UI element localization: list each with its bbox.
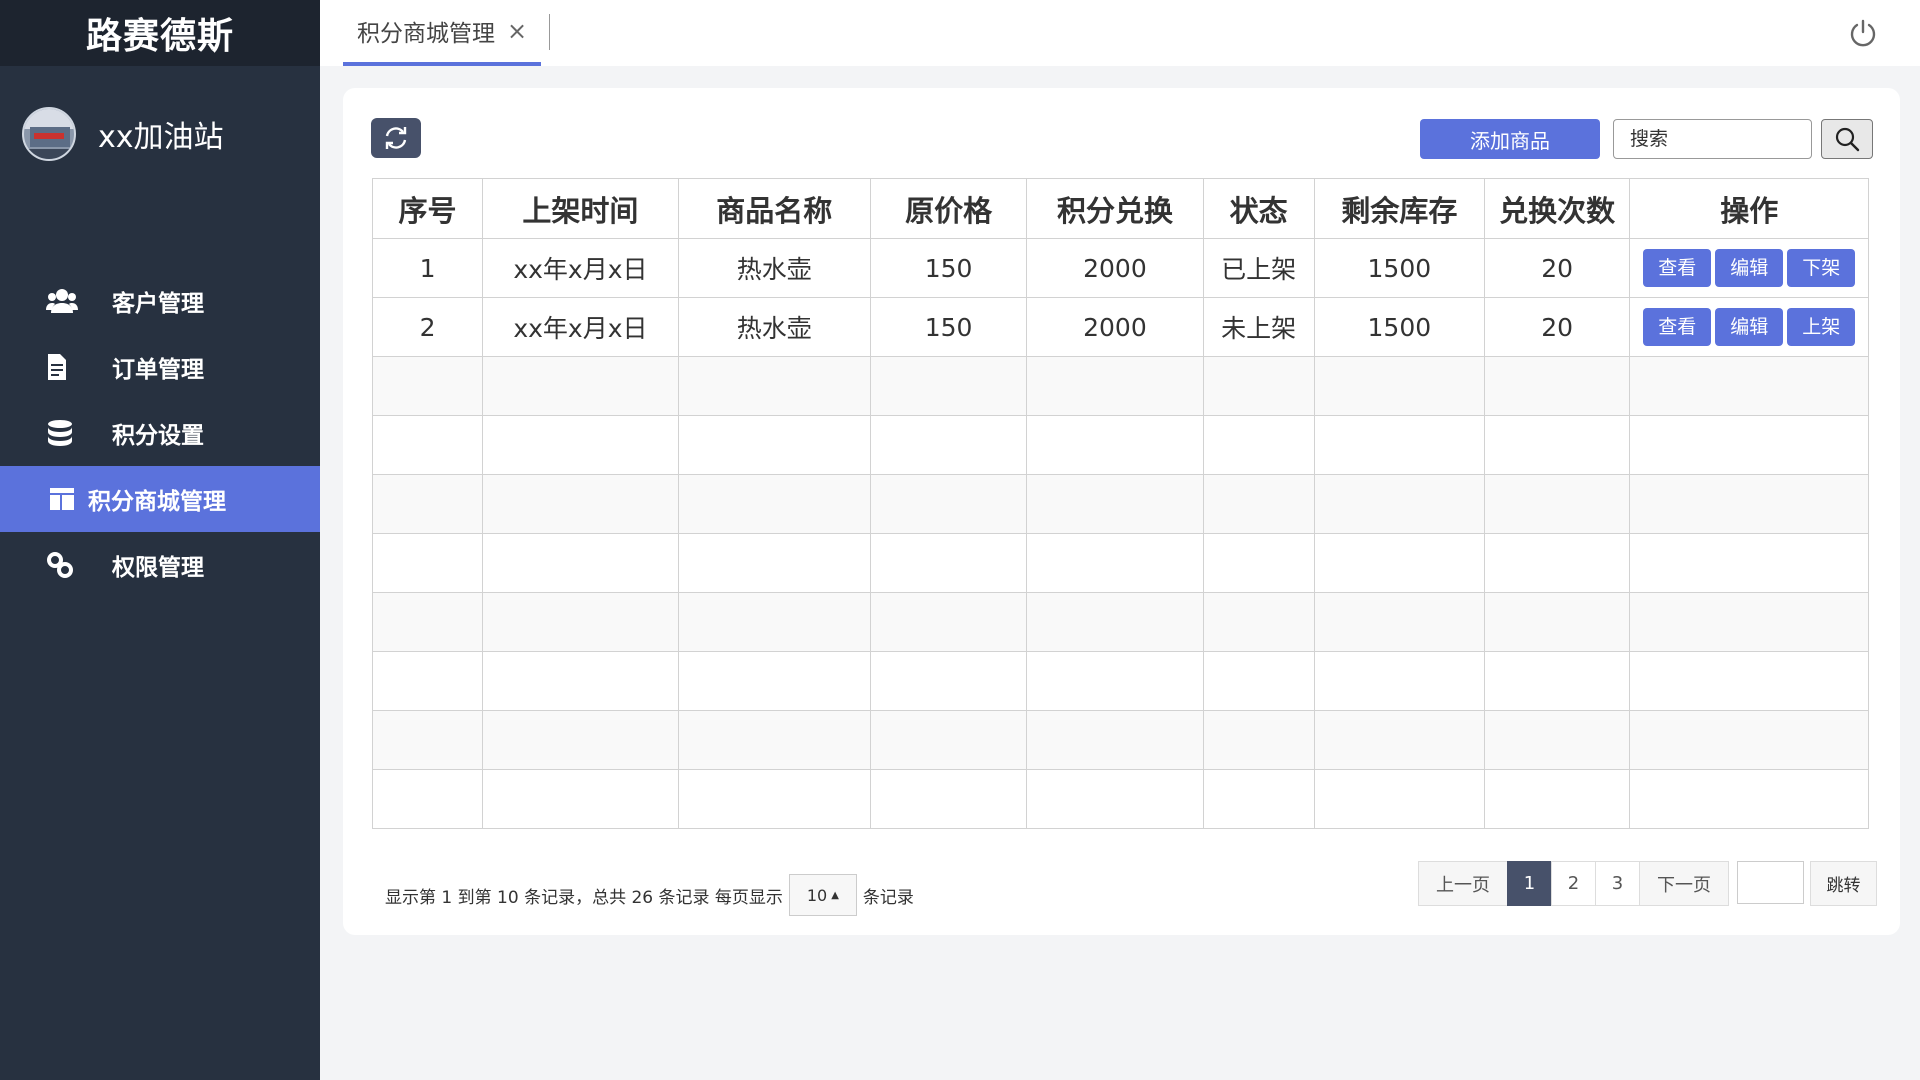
table-row: 1 xx年x月x日 热水壶 150 2000 已上架 1500 20 查看 编辑下… <box>371 238 1869 298</box>
search-input[interactable] <box>1613 119 1812 159</box>
jump-page-input[interactable] <box>1737 861 1804 904</box>
page-size-value: 10 <box>806 885 828 905</box>
column-header: 序号 <box>371 178 484 239</box>
products-table: 序号 上架时间 商品名称 原价格 积分兑换 状态 剩余库存 兑换次数 操作 1 … <box>371 178 1869 829</box>
pagination: 上一页 1 2 3 下一页 <box>1418 861 1729 906</box>
empty-row <box>371 533 1869 593</box>
records-info: 显示第 1 到第 10 条记录，总共 26 条记录 每页显示 <box>385 887 783 908</box>
sidebar: 路赛德斯 xx加油站 客户管理 订单管理 积分设置 积分商城管理 权限管理 <box>0 0 320 1080</box>
empty-row <box>371 356 1869 416</box>
edit-button[interactable]: 编辑 <box>1715 308 1784 346</box>
cell-count: 20 <box>1483 297 1631 357</box>
cell-stock: 1500 <box>1313 238 1485 298</box>
refresh-icon <box>385 127 407 149</box>
sidebar-item-points-mall[interactable]: 积分商城管理 <box>0 466 320 532</box>
cell-price: 150 <box>869 238 1028 298</box>
users-icon <box>46 286 82 316</box>
page-button-2[interactable]: 2 <box>1551 861 1596 906</box>
sidebar-item-label: 积分商城管理 <box>88 489 226 515</box>
view-button[interactable]: 查看 <box>1643 249 1712 287</box>
add-product-button[interactable]: 添加商品 <box>1420 119 1600 159</box>
prev-page-button[interactable]: 上一页 <box>1418 861 1508 906</box>
caret-up-icon: ▲ <box>831 889 839 901</box>
empty-row <box>371 651 1869 711</box>
list-button[interactable]: 上架 <box>1787 308 1856 346</box>
sidebar-item-label: 权限管理 <box>112 555 204 581</box>
sidebar-item-permissions[interactable]: 权限管理 <box>0 532 320 598</box>
empty-row <box>371 592 1869 652</box>
column-header: 积分兑换 <box>1026 178 1204 239</box>
edit-button[interactable]: 编辑 <box>1715 249 1784 287</box>
page-button-1[interactable]: 1 <box>1507 861 1552 906</box>
sidebar-item-label: 客户管理 <box>112 291 204 317</box>
empty-row <box>371 769 1869 829</box>
cell-index: 2 <box>371 297 484 357</box>
brand-title: 路赛德斯 <box>0 0 320 66</box>
close-icon[interactable]: × <box>507 17 527 45</box>
delist-button[interactable]: 下架 <box>1787 249 1856 287</box>
cell-index: 1 <box>371 238 484 298</box>
sidebar-item-points-settings[interactable]: 积分设置 <box>0 400 320 466</box>
refresh-button[interactable] <box>371 118 421 158</box>
avatar[interactable] <box>22 106 76 161</box>
empty-row <box>371 474 1869 534</box>
power-icon[interactable] <box>1848 18 1878 48</box>
tab-label: 积分商城管理 <box>357 21 495 47</box>
cell-price: 150 <box>869 297 1028 357</box>
link-icon <box>46 550 82 580</box>
sidebar-item-label: 订单管理 <box>112 357 204 383</box>
cell-stock: 1500 <box>1313 297 1485 357</box>
search-button[interactable] <box>1821 119 1873 159</box>
document-icon <box>46 352 82 382</box>
cell-actions: 查看 编辑 上架 <box>1629 297 1869 357</box>
cell-status: 已上架 <box>1202 238 1315 298</box>
cell-name: 热水壶 <box>677 238 871 298</box>
cell-points: 2000 <box>1026 238 1204 298</box>
cell-actions: 查看 编辑 下架 <box>1629 238 1869 298</box>
pagination-info: 显示第 1 到第 10 条记录，总共 26 条记录 每页显示 10 ▲ 条记录 <box>385 874 914 916</box>
sidebar-item-label: 积分设置 <box>112 423 204 449</box>
table-header: 序号 上架时间 商品名称 原价格 积分兑换 状态 剩余库存 兑换次数 操作 <box>371 178 1869 239</box>
profile: xx加油站 <box>0 66 320 201</box>
records-suffix: 条记录 <box>862 887 914 908</box>
page-size-select[interactable]: 10 ▲ <box>788 874 857 916</box>
column-header: 商品名称 <box>677 178 871 239</box>
column-header: 状态 <box>1202 178 1315 239</box>
jump-button[interactable]: 跳转 <box>1810 861 1877 906</box>
column-header: 上架时间 <box>482 178 679 239</box>
tab-points-mall[interactable]: 积分商城管理 × <box>343 0 542 66</box>
next-page-button[interactable]: 下一页 <box>1639 861 1729 906</box>
cell-count: 20 <box>1483 238 1631 298</box>
content-panel: 添加商品 序号 上架时间 商品名称 原价格 积分兑换 状态 剩余库存 兑换次数 … <box>343 88 1900 935</box>
cell-name: 热水壶 <box>677 297 871 357</box>
cell-time: xx年x月x日 <box>482 297 679 357</box>
empty-row <box>371 710 1869 770</box>
column-header: 操作 <box>1629 178 1869 239</box>
station-name: xx加油站 <box>98 119 224 155</box>
page-button-3[interactable]: 3 <box>1595 861 1640 906</box>
database-icon <box>46 418 82 448</box>
empty-row <box>371 415 1869 475</box>
search-icon <box>1835 127 1860 152</box>
sidebar-menu: 客户管理 订单管理 积分设置 积分商城管理 权限管理 <box>0 268 320 598</box>
column-header: 剩余库存 <box>1313 178 1485 239</box>
column-header: 兑换次数 <box>1483 178 1631 239</box>
top-bar: 积分商城管理 × <box>320 0 1920 66</box>
cell-time: xx年x月x日 <box>482 238 679 298</box>
view-button[interactable]: 查看 <box>1643 308 1712 346</box>
column-header: 原价格 <box>869 178 1028 239</box>
sidebar-item-customers[interactable]: 客户管理 <box>0 268 320 334</box>
cell-status: 未上架 <box>1202 297 1315 357</box>
tab-divider <box>549 14 550 50</box>
sidebar-item-orders[interactable]: 订单管理 <box>0 334 320 400</box>
table-row: 2 xx年x月x日 热水壶 150 2000 未上架 1500 20 查看 编辑上… <box>371 297 1869 357</box>
table-icon <box>50 484 74 514</box>
cell-points: 2000 <box>1026 297 1204 357</box>
